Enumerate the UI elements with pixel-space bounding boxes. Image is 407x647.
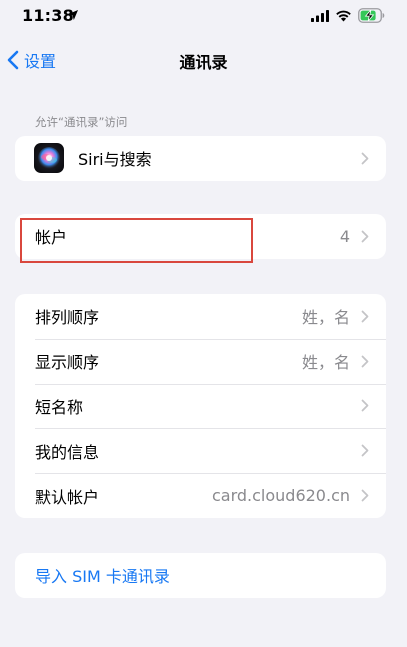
chevron-right-icon: [361, 310, 369, 323]
contacts-settings-screen: 11:38 设置 通讯录 允许“通讯录”访问 Siri与搜索 帐户 4 排列顺序…: [0, 0, 407, 647]
import-sim-group: 导入 SIM 卡通讯录: [15, 553, 386, 598]
location-arrow-icon: [68, 10, 78, 20]
chevron-right-icon: [361, 355, 369, 368]
chevron-right-icon: [361, 152, 369, 165]
short-name-label: 短名称: [35, 397, 84, 417]
section-header-access: 允许“通讯录”访问: [35, 115, 128, 129]
accounts-group: 帐户 4: [15, 214, 386, 259]
short-name-row[interactable]: 短名称: [15, 383, 386, 429]
accounts-count: 4: [339, 226, 350, 246]
default-account-label: 默认帐户: [35, 487, 100, 507]
siri-icon: [34, 143, 64, 173]
siri-group: Siri与搜索: [15, 136, 386, 181]
accounts-row[interactable]: 帐户 4: [15, 214, 386, 259]
siri-search-label: Siri与搜索: [78, 150, 152, 170]
chevron-right-icon: [361, 230, 369, 243]
status-bar: 11:38: [0, 0, 407, 36]
battery-charging-icon: [358, 8, 385, 23]
default-account-row[interactable]: 默认帐户 card.cloud620.cn: [15, 473, 386, 518]
navigation-bar: 设置 通讯录: [0, 36, 407, 84]
import-sim-row[interactable]: 导入 SIM 卡通讯录: [15, 553, 386, 598]
my-info-label: 我的信息: [35, 442, 100, 462]
display-order-label: 显示顺序: [35, 353, 100, 373]
my-info-row[interactable]: 我的信息: [15, 428, 386, 473]
siri-search-row[interactable]: Siri与搜索: [15, 136, 386, 181]
chevron-right-icon: [361, 444, 369, 457]
import-sim-label: 导入 SIM 卡通讯录: [35, 567, 170, 587]
sort-order-label: 排列顺序: [35, 308, 100, 328]
chevron-right-icon: [361, 489, 369, 502]
page-title: 通讯录: [179, 53, 228, 72]
display-order-value: 姓，名: [301, 353, 350, 373]
wifi-icon: [336, 10, 351, 22]
sort-order-row[interactable]: 排列顺序 姓，名: [15, 294, 386, 339]
accounts-label: 帐户: [35, 228, 68, 248]
contacts-settings-group: 排列顺序 姓，名 显示顺序 姓，名 短名称 我的信息 默认帐户 card.clo…: [15, 294, 386, 518]
sort-order-value: 姓，名: [301, 308, 350, 328]
default-account-value: card.cloud620.cn: [211, 486, 350, 506]
signal-icon: [311, 10, 329, 22]
display-order-row[interactable]: 显示顺序 姓，名: [15, 338, 386, 384]
chevron-right-icon: [361, 400, 369, 412]
